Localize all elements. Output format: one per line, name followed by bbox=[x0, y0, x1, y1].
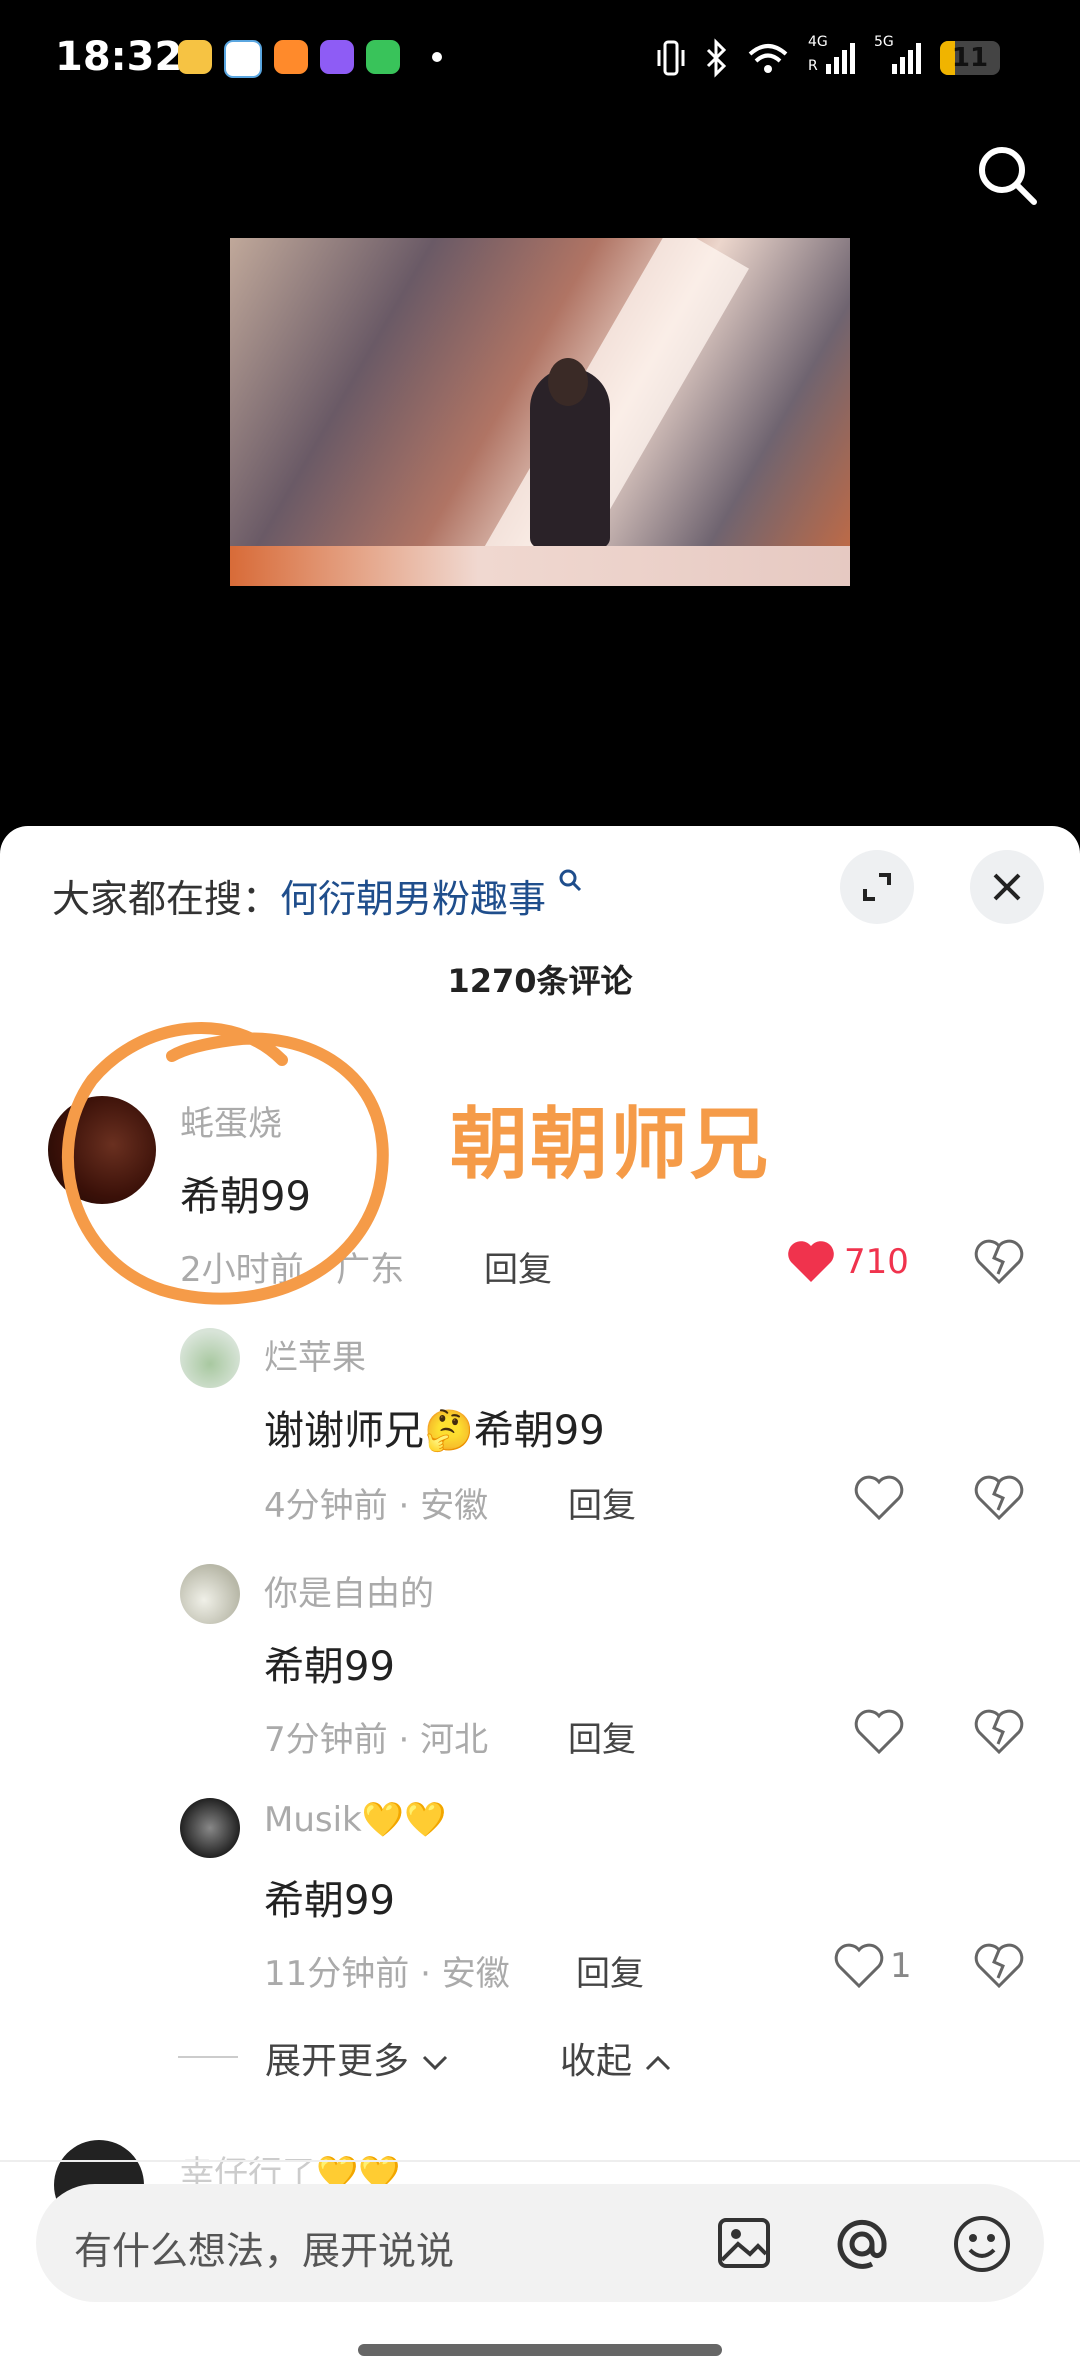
reply-button[interactable]: 回复 bbox=[484, 1242, 552, 1291]
avatar[interactable] bbox=[48, 1096, 156, 1204]
wifi-icon bbox=[748, 44, 788, 73]
dislike-icon[interactable] bbox=[974, 1942, 1024, 1988]
dislike-icon[interactable] bbox=[974, 1474, 1024, 1520]
comment-input[interactable]: 有什么想法，展开说说 bbox=[74, 2220, 454, 2275]
reply-username[interactable]: 你是自由的 bbox=[264, 1566, 434, 1615]
video-player[interactable] bbox=[230, 238, 850, 586]
comments-panel: 大家都在搜：何衍朝男粉趣事 1270条评论 蚝蛋烧 希朝99 2小时前 · 广东… bbox=[0, 826, 1080, 2376]
keyword-search-icon bbox=[559, 869, 582, 892]
dislike-icon[interactable] bbox=[974, 1708, 1024, 1754]
chevron-up-icon bbox=[646, 2055, 671, 2071]
comment-meta: 2小时前 · 广东 bbox=[180, 1250, 405, 1290]
expand-icon bbox=[863, 873, 891, 901]
close-icon bbox=[993, 873, 1021, 901]
hot-search-bar[interactable]: 大家都在搜：何衍朝男粉趣事 bbox=[52, 868, 582, 923]
reply-text: 谢谢师兄🤔希朝99 bbox=[264, 1408, 605, 1454]
reply-username[interactable]: 烂苹果 bbox=[264, 1330, 366, 1379]
close-button[interactable] bbox=[970, 850, 1044, 924]
like-icon[interactable] bbox=[854, 1474, 904, 1520]
status-bar: 18:32 4G R 5G 11 bbox=[0, 0, 1080, 120]
reply-button[interactable]: 回复 bbox=[576, 1946, 644, 1995]
comment-location: 广东 bbox=[336, 1250, 405, 1290]
avatar[interactable] bbox=[180, 1564, 240, 1624]
comment-text: 希朝99 bbox=[180, 1174, 311, 1220]
bluetooth-icon bbox=[706, 38, 727, 78]
purple-app-icon bbox=[320, 40, 354, 74]
status-time: 18:32 bbox=[55, 34, 183, 80]
like-count: 710 bbox=[844, 1242, 909, 1282]
avatar[interactable] bbox=[180, 1328, 240, 1388]
image-icon[interactable] bbox=[716, 2216, 772, 2270]
reply-meta: 11分钟前 · 安徽 bbox=[264, 1954, 510, 1994]
avatar[interactable] bbox=[180, 1798, 240, 1858]
reply-username[interactable]: Musik💛💛 bbox=[264, 1800, 446, 1840]
comment-count: 1270条评论 bbox=[447, 962, 633, 1000]
reply-button[interactable]: 回复 bbox=[568, 1712, 636, 1761]
notification-icons bbox=[178, 40, 442, 78]
thread-divider bbox=[178, 2056, 238, 2058]
mention-icon[interactable] bbox=[832, 2214, 892, 2274]
weibo-icon bbox=[178, 40, 212, 74]
vibrate-icon bbox=[657, 40, 685, 76]
hot-search-prefix: 大家都在搜： bbox=[52, 877, 281, 921]
reply-text: 希朝99 bbox=[264, 1878, 395, 1924]
signal-4g-icon: 4G R bbox=[808, 34, 856, 78]
reply-meta: 4分钟前 · 安徽 bbox=[264, 1486, 489, 1526]
comment-username[interactable]: 蚝蛋烧 bbox=[180, 1096, 282, 1145]
battery-icon: 11 bbox=[940, 41, 1000, 75]
like-icon[interactable] bbox=[854, 1708, 904, 1754]
expand-more-button[interactable]: 展开更多 bbox=[265, 2032, 450, 2084]
comment-time: 2小时前 bbox=[180, 1250, 304, 1290]
reply-meta: 7分钟前 · 河北 bbox=[264, 1720, 489, 1760]
home-indicator[interactable] bbox=[358, 2344, 722, 2356]
signal-5g-icon: 5G bbox=[874, 34, 922, 78]
green-app-icon bbox=[366, 40, 400, 74]
like-count: 1 bbox=[890, 1946, 912, 1986]
collapse-button[interactable]: 收起 bbox=[560, 2032, 673, 2084]
search-icon[interactable] bbox=[972, 140, 1042, 210]
chevron-down-icon bbox=[423, 2055, 448, 2071]
annotation-text: 朝朝师兄 bbox=[450, 1100, 771, 1190]
hot-search-keyword[interactable]: 何衍朝男粉趣事 bbox=[280, 877, 546, 921]
reply-button[interactable]: 回复 bbox=[568, 1478, 636, 1527]
expand-panel-button[interactable] bbox=[840, 850, 914, 924]
gallery-icon bbox=[224, 40, 262, 78]
note-app-icon bbox=[274, 40, 308, 74]
like-filled-icon[interactable] bbox=[786, 1238, 836, 1284]
dislike-icon[interactable] bbox=[974, 1238, 1024, 1284]
emoji-icon[interactable] bbox=[952, 2214, 1012, 2274]
system-icons: 4G R 5G 11 bbox=[656, 34, 1000, 78]
like-icon[interactable] bbox=[834, 1942, 884, 1988]
more-notifications-dot-icon bbox=[432, 52, 442, 62]
reply-text: 希朝99 bbox=[264, 1644, 395, 1690]
comment-input-bar[interactable]: 有什么想法，展开说说 bbox=[36, 2184, 1044, 2302]
